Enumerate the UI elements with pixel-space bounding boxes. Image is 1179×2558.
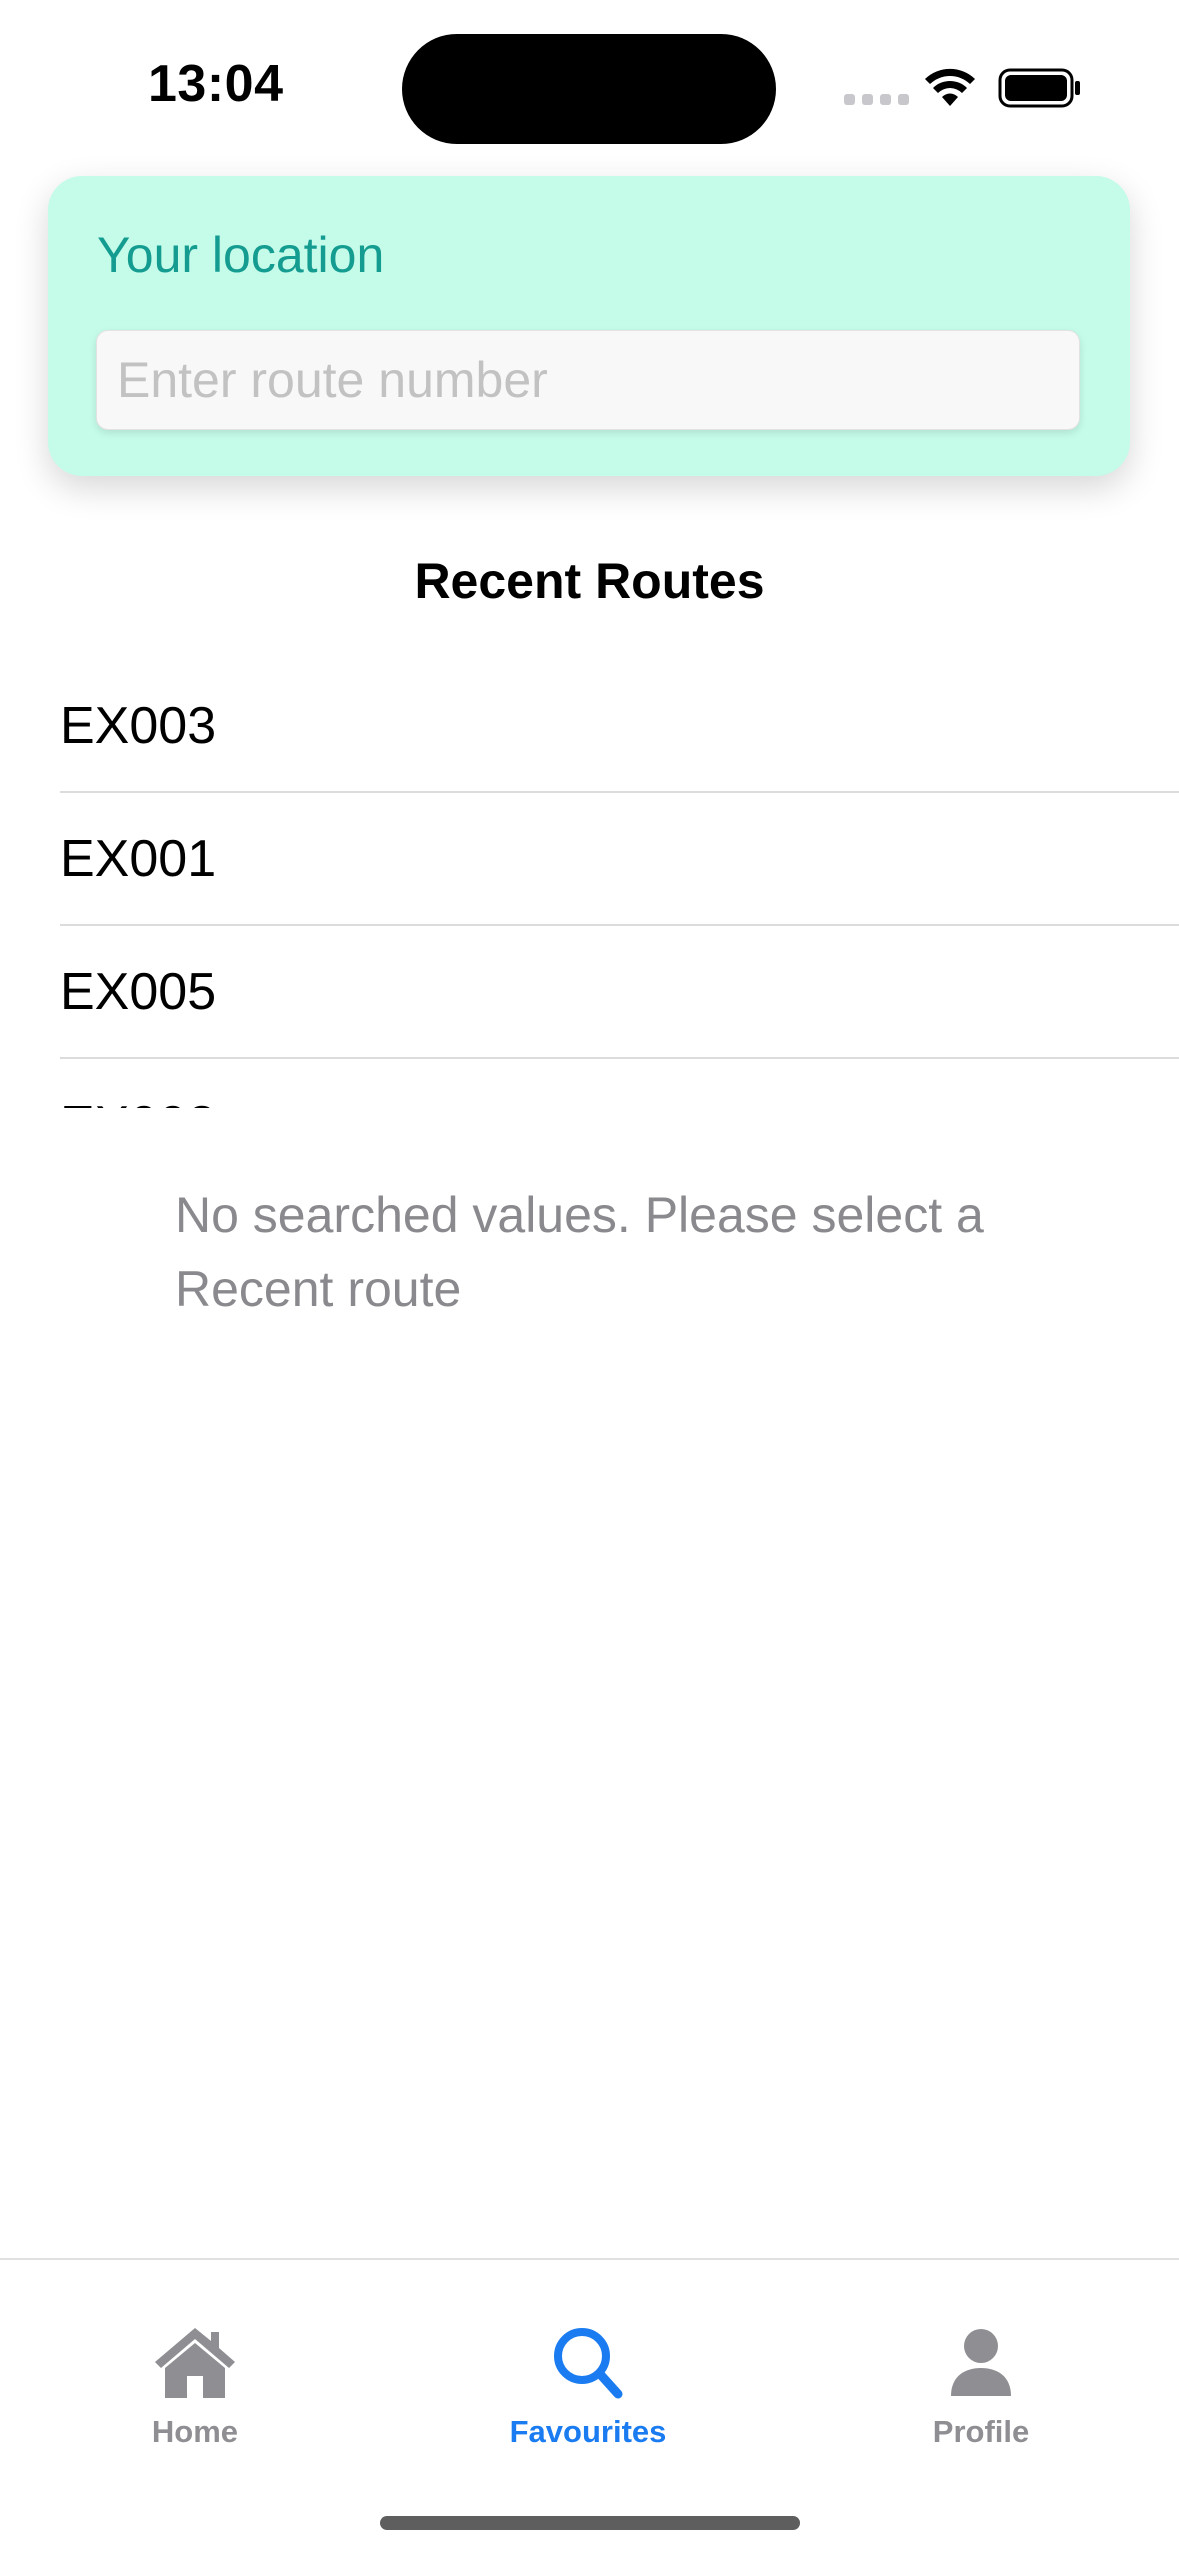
recent-route-item[interactable]: EX001 [60,793,1179,926]
tab-home[interactable]: Home [75,2322,315,2450]
recent-routes-list[interactable]: EX003 EX001 EX005 EX002 [60,660,1179,1108]
cellular-signal-icon [844,94,909,105]
dynamic-island [402,34,776,144]
recent-route-item[interactable]: EX003 [60,660,1179,793]
recent-routes-title: Recent Routes [414,553,765,609]
recent-route-item[interactable]: EX002 [60,1059,1179,1109]
home-icon [155,2328,235,2398]
empty-state-message: No searched values. Please select a Rece… [175,1187,984,1317]
tab-home-label: Home [151,2414,239,2449]
recent-route-item[interactable]: EX005 [60,926,1179,1059]
status-bar: 13:04 [0,0,1179,160]
tab-profile[interactable]: Profile [861,2322,1101,2450]
tab-profile-label: Profile [932,2414,1030,2449]
person-icon [951,2329,1011,2396]
battery-icon [998,68,1080,108]
status-time: 13:04 [148,55,284,113]
wifi-icon [925,68,975,106]
tab-favourites[interactable]: Favourites [468,2322,708,2450]
tab-bar: Home Favourites Profile [0,2258,1179,2558]
search-icon [554,2328,623,2399]
home-indicator[interactable] [380,2516,800,2530]
tab-favourites-label: Favourites [509,2414,667,2449]
location-card: Your location [48,176,1130,476]
route-number-input[interactable] [96,330,1080,430]
location-title: Your location [97,227,385,283]
